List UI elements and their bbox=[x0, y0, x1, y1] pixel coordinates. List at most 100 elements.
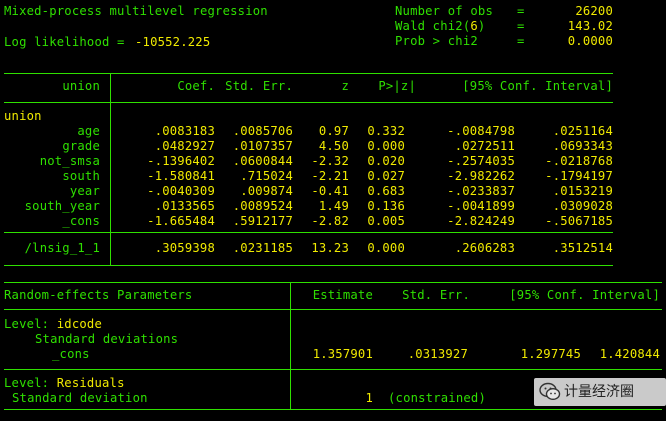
table-row-0-hi: .0251164 bbox=[552, 124, 613, 138]
table-row-0-label: age bbox=[77, 124, 100, 138]
re-top-rule bbox=[4, 282, 662, 283]
re-resid-estimate: 1 bbox=[365, 391, 373, 405]
wald-value: 143.02 bbox=[567, 19, 613, 33]
table-row-0-se: .0085706 bbox=[232, 124, 293, 138]
re-cons-estimate: 1.357901 bbox=[312, 347, 373, 361]
table-row-6-p: 0.005 bbox=[367, 214, 405, 228]
watermark: 计量经济圈 bbox=[534, 378, 666, 406]
model-title: Mixed-process multilevel regression bbox=[4, 4, 268, 18]
table-row-5-z: 1.49 bbox=[318, 199, 349, 213]
table-mid-rule bbox=[4, 232, 613, 233]
col-header-depvar: union bbox=[62, 79, 100, 93]
table-row-3-z: -2.21 bbox=[311, 169, 349, 183]
re-header-rule bbox=[4, 309, 662, 310]
table-row-6-label: _cons bbox=[62, 214, 100, 228]
table-row-4-p: 0.683 bbox=[367, 184, 405, 198]
table-row-2-lo: -.2574035 bbox=[447, 154, 515, 168]
table-row-2-se: .0600844 bbox=[232, 154, 293, 168]
col-header-p: P>|z| bbox=[378, 79, 416, 93]
loglik-value: -10552.225 bbox=[135, 35, 211, 49]
lnsig-hi: .3512514 bbox=[552, 241, 613, 255]
table-row-0-lo: -.0084798 bbox=[447, 124, 515, 138]
table-row-1-p: 0.000 bbox=[367, 139, 405, 153]
table-header-rule bbox=[4, 102, 613, 103]
table-row-4-lo: -.0233837 bbox=[447, 184, 515, 198]
table-row-0-z: 0.97 bbox=[318, 124, 349, 138]
re-level-residuals: Level: Residuals bbox=[4, 376, 125, 390]
equation-label: union bbox=[4, 109, 42, 123]
table-row-3-se: .715024 bbox=[240, 169, 293, 183]
table-row-1-coef: .0482927 bbox=[154, 139, 215, 153]
stata-results-window: Mixed-process multilevel regression Log … bbox=[0, 0, 666, 421]
re-header-params: Random-effects Parameters bbox=[4, 288, 193, 302]
table-row-2-coef: -.1396402 bbox=[147, 154, 215, 168]
table-row-1-se: .0107357 bbox=[232, 139, 293, 153]
re-residuals-sub: Standard deviation bbox=[12, 391, 148, 405]
loglik-label: Log likelihood = bbox=[4, 35, 125, 49]
table-row-2-label: not_smsa bbox=[39, 154, 100, 168]
prob-label: Prob > chi2 bbox=[395, 34, 478, 48]
re-header-se: Std. Err. bbox=[402, 288, 470, 302]
table-row-1-label: grade bbox=[62, 139, 100, 153]
col-header-ci: [95% Conf. Interval] bbox=[462, 79, 613, 93]
re-mid-rule bbox=[4, 369, 662, 370]
lnsig-se: .0231185 bbox=[232, 241, 293, 255]
nobs-value: 26200 bbox=[575, 4, 613, 18]
table-row-3-p: 0.027 bbox=[367, 169, 405, 183]
prob-eq: = bbox=[517, 34, 525, 48]
table-row-1-lo: .0272511 bbox=[454, 139, 515, 153]
wald-df: 6 bbox=[470, 19, 478, 33]
table-row-0-coef: .0083183 bbox=[154, 124, 215, 138]
table-row-6-hi: -.5067185 bbox=[545, 214, 613, 228]
table-row-3-lo: -2.982262 bbox=[447, 169, 515, 183]
re-level-idcode: Level: idcode bbox=[4, 317, 102, 331]
table-top-rule bbox=[4, 73, 613, 74]
table-row-6-lo: -2.824249 bbox=[447, 214, 515, 228]
table-row-2-z: -2.32 bbox=[311, 154, 349, 168]
col-header-z: z bbox=[341, 79, 349, 93]
table-row-0-p: 0.332 bbox=[367, 124, 405, 138]
table-row-3-label: south bbox=[62, 169, 100, 183]
table-vertical-rule bbox=[110, 73, 111, 266]
nobs-label: Number of obs bbox=[395, 4, 493, 18]
wald-label: Wald chi2(6) bbox=[395, 19, 486, 33]
re-header-estimate: Estimate bbox=[312, 288, 373, 302]
table-row-3-coef: -1.580841 bbox=[147, 169, 215, 183]
table-row-5-coef: .0133565 bbox=[154, 199, 215, 213]
table-row-5-se: .0089524 bbox=[232, 199, 293, 213]
table-row-5-p: 0.136 bbox=[367, 199, 405, 213]
table-row-4-se: .009874 bbox=[240, 184, 293, 198]
table-row-1-z: 4.50 bbox=[318, 139, 349, 153]
prob-value: 0.0000 bbox=[567, 34, 613, 48]
re-cons-ci-high: 1.420844 bbox=[599, 347, 660, 361]
re-header-ci: [95% Conf. Interval] bbox=[509, 288, 660, 302]
re-cons-label: _cons bbox=[52, 347, 90, 361]
wechat-icon bbox=[539, 382, 561, 401]
lnsig-coef: .3059398 bbox=[154, 241, 215, 255]
table-row-6-z: -2.82 bbox=[311, 214, 349, 228]
col-header-se: Std. Err. bbox=[225, 79, 293, 93]
col-header-coef: Coef. bbox=[177, 79, 215, 93]
re-cons-se: .0313927 bbox=[407, 347, 468, 361]
re-level-idcode-sub: Standard deviations bbox=[35, 332, 179, 346]
table-row-6-se: .5912177 bbox=[232, 214, 293, 228]
lnsig-lo: .2606283 bbox=[454, 241, 515, 255]
table-row-2-hi: -.0218768 bbox=[545, 154, 613, 168]
table-row-3-hi: -.1794197 bbox=[545, 169, 613, 183]
table-row-5-hi: .0309028 bbox=[552, 199, 613, 213]
re-bottom-rule bbox=[4, 409, 662, 410]
table-bottom-rule bbox=[4, 265, 613, 266]
table-row-1-hi: .0693343 bbox=[552, 139, 613, 153]
re-cons-ci-low: 1.297745 bbox=[520, 347, 581, 361]
nobs-eq: = bbox=[517, 4, 525, 18]
table-row-4-hi: .0153219 bbox=[552, 184, 613, 198]
lnsig-p: 0.000 bbox=[367, 241, 405, 255]
re-resid-note: (constrained) bbox=[388, 391, 486, 405]
table-row-2-p: 0.020 bbox=[367, 154, 405, 168]
lnsig-z: 13.23 bbox=[311, 241, 349, 255]
table-row-4-z: -0.41 bbox=[311, 184, 349, 198]
table-row-4-label: year bbox=[69, 184, 100, 198]
table-row-5-lo: -.0041899 bbox=[447, 199, 515, 213]
table-row-5-label: south_year bbox=[24, 199, 100, 213]
table-row-6-coef: -1.665484 bbox=[147, 214, 215, 228]
